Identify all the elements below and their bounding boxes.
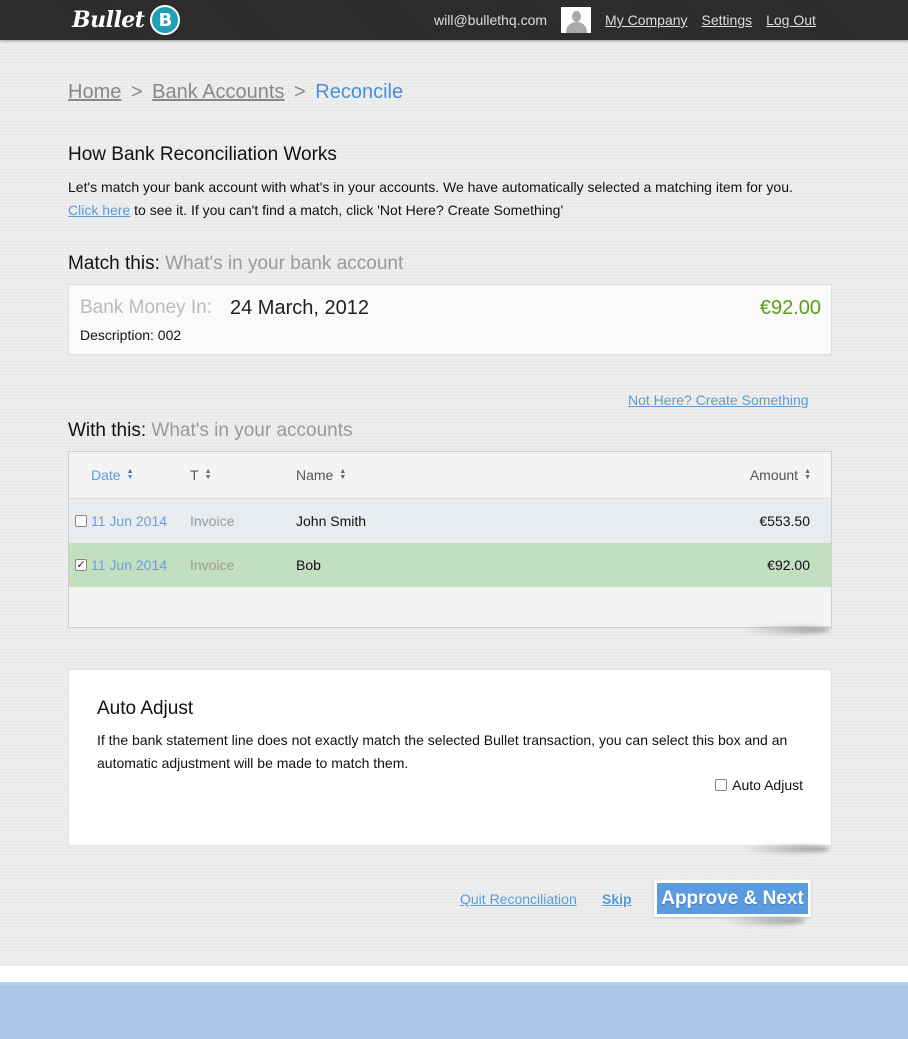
- table-row[interactable]: 11 Jun 2014 Invoice John Smith €553.50: [69, 499, 831, 543]
- with-subtitle: What's in your accounts: [151, 420, 353, 441]
- bank-transaction-card: Bank Money In: 24 March, 2012 €92.00 Des…: [68, 284, 832, 355]
- row-date[interactable]: 11 Jun 2014: [91, 513, 167, 529]
- my-company-link[interactable]: My Company: [605, 12, 687, 28]
- column-label: Amount: [749, 467, 799, 483]
- column-header-amount[interactable]: Amount ▲ ▼: [750, 467, 811, 483]
- breadcrumb-separator: >: [294, 81, 306, 103]
- click-here-link[interactable]: Click here: [68, 202, 130, 218]
- bank-description: Description: 002: [80, 327, 182, 343]
- avatar[interactable]: [561, 7, 592, 33]
- quit-reconciliation-link[interactable]: Quit Reconciliation: [460, 891, 577, 907]
- how-it-works-text: Let's match your bank account with what'…: [68, 176, 848, 222]
- footer: [0, 982, 908, 1039]
- row-date[interactable]: 11 Jun 2014: [91, 557, 167, 573]
- avatar-head-icon: [572, 11, 582, 22]
- intro-line-1: Let's match your bank account with what'…: [68, 179, 793, 195]
- row-amount: €553.50: [759, 513, 810, 529]
- breadcrumb-bank-accounts[interactable]: Bank Accounts: [152, 81, 284, 103]
- match-subtitle: What's in your bank account: [165, 253, 404, 274]
- top-bar: Bullet B will@bullethq.com My Company Se…: [0, 0, 908, 40]
- intro-line-2-text: to see it. If you can't find a match, cl…: [130, 202, 564, 218]
- row-amount: €92.00: [767, 557, 810, 573]
- breadcrumb: Home > Bank Accounts > Reconcile: [68, 81, 403, 104]
- logo[interactable]: Bullet B: [72, 3, 181, 37]
- table-row-selected[interactable]: ✓ 11 Jun 2014 Invoice Bob €92.00: [69, 543, 831, 587]
- adjust-shadow: [740, 845, 830, 853]
- auto-adjust-label: Auto Adjust: [732, 777, 803, 793]
- sort-icon: ▲ ▼: [126, 468, 134, 481]
- row-name: John Smith: [296, 513, 367, 529]
- intro-line-2: Click here to see it. If you can't find …: [68, 199, 848, 222]
- breadcrumb-home[interactable]: Home: [68, 81, 121, 103]
- auto-adjust-description: If the bank statement line does not exac…: [97, 732, 788, 771]
- breadcrumb-current: Reconcile: [315, 81, 404, 103]
- transactions-table: Date ▲ ▼ T ▲ ▼ Name ▲ ▼ Amount ▲ ▼ 11 Jun 20…: [68, 451, 832, 628]
- auto-adjust-checkbox[interactable]: Auto Adjust: [715, 777, 803, 793]
- table-shadow: [740, 626, 830, 634]
- skip-link[interactable]: Skip: [602, 891, 632, 907]
- row-checkbox-checked[interactable]: ✓: [75, 559, 87, 571]
- column-label: T: [190, 467, 199, 483]
- logo-badge-icon: B: [150, 5, 181, 35]
- logo-text: Bullet: [72, 7, 145, 33]
- user-email: will@bullethq.com: [434, 12, 548, 28]
- bank-money-label: Bank Money In:: [80, 297, 213, 318]
- column-header-type[interactable]: T ▲ ▼: [190, 467, 212, 483]
- bank-date: 24 March, 2012: [230, 297, 369, 319]
- avatar-body-icon: [566, 22, 588, 33]
- checkbox-box[interactable]: [715, 779, 728, 791]
- how-it-works-title: How Bank Reconciliation Works: [68, 144, 337, 165]
- log-out-link[interactable]: Log Out: [766, 12, 816, 28]
- approve-next-button[interactable]: Approve & Next: [654, 880, 811, 917]
- not-here-create-link[interactable]: Not Here? Create Something: [628, 392, 809, 408]
- sort-icon: ▲ ▼: [804, 468, 811, 481]
- column-label: Date: [91, 467, 121, 483]
- breadcrumb-separator: >: [130, 81, 143, 103]
- row-name: Bob: [296, 557, 321, 573]
- match-section-title: Match this: What's in your bank account: [68, 253, 403, 275]
- table-header: Date ▲ ▼ T ▲ ▼ Name ▲ ▼ Amount ▲ ▼: [69, 452, 831, 499]
- column-header-date[interactable]: Date ▲ ▼: [91, 467, 134, 483]
- button-shadow: [720, 917, 805, 925]
- with-title: With this:: [68, 420, 147, 441]
- sort-icon: ▲ ▼: [339, 468, 347, 481]
- column-label: Name: [296, 467, 334, 483]
- settings-link[interactable]: Settings: [702, 12, 753, 28]
- auto-adjust-panel: Auto Adjust If the bank statement line d…: [68, 669, 832, 846]
- row-checkbox[interactable]: [75, 515, 87, 527]
- footer-divider: [0, 966, 908, 982]
- with-section-title: With this: What's in your accounts: [68, 420, 353, 442]
- bank-amount: €92.00: [759, 297, 821, 319]
- column-header-name[interactable]: Name ▲ ▼: [296, 467, 346, 483]
- row-type: Invoice: [190, 557, 235, 573]
- auto-adjust-title: Auto Adjust: [97, 698, 194, 719]
- row-type: Invoice: [190, 513, 235, 529]
- sort-icon: ▲ ▼: [204, 468, 212, 481]
- top-nav: will@bullethq.com My Company Settings Lo…: [434, 0, 830, 40]
- match-title: Match this:: [68, 253, 160, 274]
